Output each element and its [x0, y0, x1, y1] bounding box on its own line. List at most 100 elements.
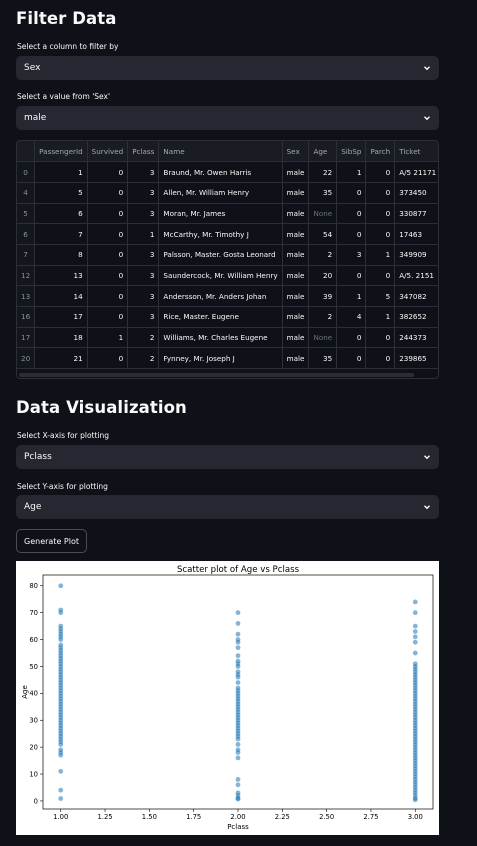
table-cell: 244373	[394, 327, 438, 349]
data-point	[58, 607, 64, 613]
table-cell: 2	[127, 347, 160, 370]
table-cell: 0	[365, 182, 396, 204]
table-cell: 2	[308, 244, 338, 266]
table-cell: 0	[336, 182, 367, 204]
table-row[interactable]: 161703Rice, Master. Eugenemale2413826522…	[17, 306, 438, 328]
data-point	[235, 777, 241, 782]
data-point	[412, 661, 418, 667]
table-cell: 18	[34, 327, 88, 349]
table-cell: 5	[365, 285, 396, 307]
table-cell: 3	[127, 161, 160, 183]
table-row[interactable]: 12 13 0 3 Saundercock, Mr. William Henry male…	[17, 265, 438, 287]
column-header[interactable]: PassengerId	[34, 141, 88, 163]
table-cell: male	[282, 285, 310, 307]
column-header[interactable]: Pclass	[127, 141, 160, 163]
filtered-data-table[interactable]: PassengerId Survived Pclass Name Sex Age SibSp…	[16, 140, 439, 379]
table-row[interactable]: 13 14 0 3 Andersson, Mr. Anders Johan male 39 1…	[17, 285, 438, 307]
row-index: 7	[17, 244, 36, 266]
table-cell: 3	[127, 265, 160, 287]
generate-plot-button[interactable]: Generate Plot	[16, 529, 87, 553]
filter-column-label: Select a column to filter by	[17, 42, 119, 51]
table-row[interactable]: 20 21 0 2 Fynney, Mr. Joseph Jmale 35 0 0 239865	[17, 347, 438, 370]
column-header[interactable]: Sex	[282, 141, 310, 163]
filter-section-title: Filter Data	[16, 9, 117, 28]
column-header[interactable]: Age	[308, 141, 338, 163]
y-tick-label: 80	[29, 582, 38, 590]
table-cell: McCarthy, Mr. Timothy J	[158, 223, 283, 245]
filter-value-label: Select a value from 'Sex'	[17, 92, 111, 101]
table-cell: 6	[34, 203, 88, 225]
data-point	[235, 645, 241, 651]
data-point	[58, 623, 64, 629]
x-axis-select[interactable]: Pclass	[16, 445, 439, 469]
table-cell: 0	[336, 203, 367, 225]
table-cell: 0	[87, 244, 129, 266]
data-point	[412, 610, 418, 616]
data-point	[235, 680, 241, 685]
table-cell: 13	[34, 265, 88, 287]
table-row[interactable]: 4 5 0 3 Allen, Mr. William Henry male 35 0 0 3734…	[17, 182, 438, 204]
table-cell: 0	[87, 223, 129, 245]
y-tick-label: 60	[29, 636, 38, 644]
table-cell: A/5. 2151	[394, 265, 438, 287]
chart-title: Scatter plot of Age vs Pclass	[177, 565, 300, 575]
row-index: 5	[17, 203, 36, 225]
table-cell: 22	[308, 161, 338, 183]
column-header[interactable]: Survived	[87, 141, 129, 163]
table-cell: 0	[87, 265, 129, 287]
table-cell: male	[282, 182, 310, 204]
data-point	[412, 623, 418, 629]
table-row[interactable]: 17 18 1 2 Williams, Mr. Charles Eugene male No…	[17, 327, 438, 349]
table-cell: 1	[87, 327, 129, 349]
table-cell: male	[282, 223, 310, 245]
y-tick-label: 70	[29, 609, 38, 617]
scatter-chart-svg: Scatter plot of Age vs Pclass 1.00 1.25 1.5…	[21, 565, 434, 831]
x-tick-label: 1.75	[186, 813, 201, 821]
table-horizontal-scrollbar[interactable]	[17, 372, 438, 378]
x-axis-value: Pclass	[24, 452, 52, 462]
x-tick-label: 2.50	[319, 813, 334, 821]
table-cell: 1	[365, 244, 396, 266]
y-tick-label: 20	[29, 744, 38, 752]
table-cell: 0	[365, 223, 396, 245]
table-cell: 0	[87, 306, 129, 328]
y-tick-label: 10	[29, 770, 38, 778]
row-index: 0	[17, 161, 36, 183]
table-cell: 349909	[394, 244, 438, 266]
column-header[interactable]: SibSp	[336, 141, 367, 163]
table-cell: male	[282, 347, 310, 370]
x-tick-label: 1.25	[97, 813, 112, 821]
y-tick-label: 0	[34, 797, 38, 805]
column-header[interactable]: Name	[158, 141, 283, 163]
table-cell: male	[282, 203, 310, 225]
row-index: 16	[17, 306, 36, 328]
data-point	[235, 790, 241, 796]
table-row[interactable]: 5603Moran, Mr. JamesmaleNone003308778.	[17, 203, 438, 225]
table-cell: 2	[127, 327, 160, 349]
table-cell: 0	[336, 265, 367, 287]
filter-column-select[interactable]: Sex	[16, 56, 439, 80]
table-cell: 3	[127, 244, 160, 266]
x-tick-label: 2.00	[230, 813, 245, 821]
table-cell: 2	[308, 306, 338, 328]
table-row[interactable]: 0 1 0 3 Braund, Mr. Owen Harris male 22 1 0 A/5 2…	[17, 161, 438, 183]
data-point	[235, 747, 241, 753]
table-row[interactable]: 7 8 0 3 Palsson, Master. Gosta Leonard male 2 3…	[17, 244, 438, 266]
row-index: 13	[17, 285, 36, 307]
y-tick-label: 30	[29, 717, 38, 725]
table-cell: 0	[365, 203, 396, 225]
filter-value-select[interactable]: male	[16, 106, 439, 130]
filter-column-value: Sex	[24, 63, 41, 73]
table-cell: 0	[365, 347, 396, 370]
table-cell: A/5 21171	[394, 161, 438, 183]
table-cell: 0	[336, 223, 367, 245]
x-tick-label: 1.50	[142, 813, 157, 821]
column-header[interactable]	[17, 141, 36, 163]
data-point	[58, 583, 64, 589]
y-axis-select[interactable]: Age	[16, 495, 439, 519]
column-header[interactable]: Ticket	[394, 141, 438, 163]
data-point	[235, 631, 241, 637]
table-row[interactable]: 6 7 0 1 McCarthy, Mr. Timothy Jmale 54 0 0 17463…	[17, 223, 438, 245]
table-cell: 3	[127, 306, 160, 328]
column-header[interactable]: Parch	[365, 141, 396, 163]
